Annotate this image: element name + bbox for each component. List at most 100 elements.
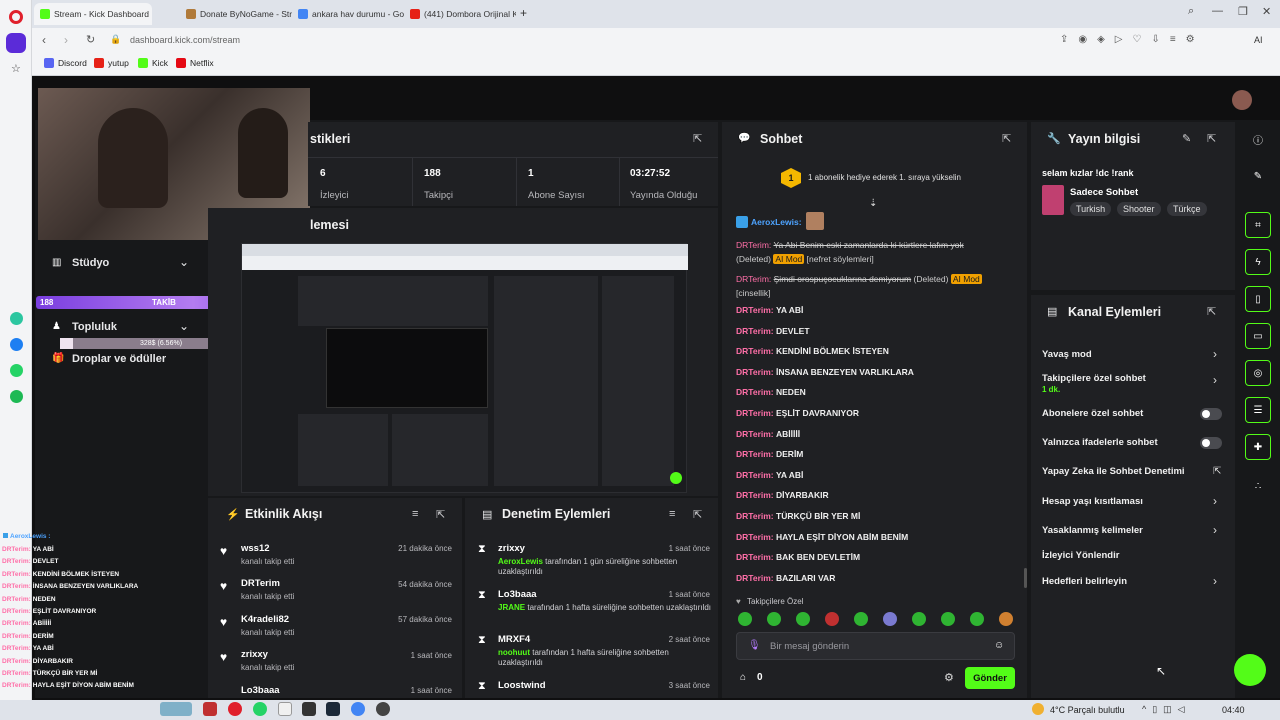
emote-icon[interactable] (767, 612, 781, 626)
moderation-user[interactable]: MRXF4 (498, 634, 530, 645)
opera-icon[interactable] (228, 702, 242, 716)
emote-icon[interactable] (854, 612, 868, 626)
chat-user-aeroxlewis[interactable]: AeroxLewis: (751, 217, 802, 227)
emote-icon[interactable] (738, 612, 752, 626)
gear-icon[interactable]: ⚙ (944, 671, 954, 684)
channel-action-label[interactable]: Yavaş mod (1042, 349, 1092, 360)
document-icon[interactable]: ▯ (1245, 286, 1271, 312)
chatgpt-icon[interactable] (10, 312, 23, 325)
reload-icon[interactable]: ↻ (86, 33, 95, 46)
expand-icon[interactable]: ⇱ (1207, 305, 1216, 318)
activity-user[interactable]: zrixxy (241, 649, 268, 660)
chat-username[interactable]: DRTerim: (736, 573, 774, 583)
channel-action-label[interactable]: İzleyici Yönlendir (1042, 550, 1119, 561)
app-icon[interactable] (203, 702, 217, 716)
search-tabs-icon[interactable]: ⌕ (1188, 5, 1194, 18)
channel-action-label[interactable]: Hedefleri belirleyin (1042, 576, 1127, 587)
mic-icon[interactable]: 🎙 (748, 640, 761, 651)
obs-icon[interactable] (376, 702, 390, 716)
share-icon[interactable]: ∴ (1245, 473, 1271, 499)
nav-drops[interactable]: Droplar ve ödüller (72, 353, 166, 365)
tab-kick-dashboard[interactable]: Stream - Kick Dashboard (34, 3, 152, 25)
chat-username[interactable]: DRTerim: (736, 490, 774, 500)
expand-icon[interactable]: ⇱ (693, 508, 702, 521)
tray-icons[interactable]: ^▯◫◁ (1142, 704, 1191, 715)
emoji-icon[interactable]: ☺ (994, 640, 1004, 651)
stream-category[interactable]: Sadece Sohbet (1070, 187, 1138, 198)
bookmark-discord[interactable]: Discord (44, 58, 87, 68)
chat-scrollbar[interactable] (1024, 568, 1027, 588)
activity-user[interactable]: K4radeli82 (241, 614, 289, 625)
toggle-switch[interactable] (1200, 408, 1222, 420)
chat-username[interactable]: DRTerim: (736, 305, 774, 315)
url-field[interactable]: dashboard.kick.com/stream (130, 35, 240, 45)
expand-icon[interactable]: ⇱ (1207, 132, 1216, 145)
toggle-switch[interactable] (1200, 437, 1222, 449)
store-icon[interactable]: ⌂ (740, 672, 746, 683)
spotify-icon[interactable] (10, 390, 23, 403)
activity-user[interactable]: Lo3baaa (241, 685, 280, 696)
chevron-right-icon[interactable]: › (1213, 574, 1217, 588)
emote-icon[interactable] (796, 612, 810, 626)
minimize-icon[interactable]: — (1212, 5, 1223, 17)
opera-logo-icon[interactable] (9, 10, 23, 24)
new-tab-icon[interactable]: + (520, 6, 527, 20)
chevron-right-icon[interactable]: › (1213, 523, 1217, 537)
chat-username[interactable]: DRTerim: (736, 408, 774, 418)
chevron-down-icon[interactable]: ⌄ (179, 255, 189, 269)
edit-icon[interactable]: ✎ (1182, 132, 1191, 145)
channel-action-label[interactable]: Abonelere özel sohbet (1042, 408, 1143, 419)
chevron-right-icon[interactable]: › (1213, 494, 1217, 508)
nav-studio[interactable]: Stüdyo (72, 257, 109, 269)
stream-preview[interactable] (241, 243, 688, 493)
emote-icon[interactable] (941, 612, 955, 626)
gift-prompt[interactable]: 1 abonelik hediye ederek 1. sıraya yükse… (808, 173, 961, 182)
chevron-right-icon[interactable]: › (1213, 347, 1217, 361)
floating-action-button[interactable] (1234, 654, 1266, 686)
bookmark-kick[interactable]: Kick (138, 58, 168, 68)
channel-action-label[interactable]: Yalnızca ifadelerle sohbet (1042, 437, 1158, 448)
messenger-icon[interactable] (10, 338, 23, 351)
extensions-icons[interactable]: ⇪◉◈▷♡⇩≡⚙ (1060, 34, 1205, 45)
tag-pill[interactable]: Shooter (1117, 202, 1161, 216)
steam-icon[interactable] (326, 702, 340, 716)
channel-action-label[interactable]: Hesap yaşı kısıtlaması (1042, 496, 1143, 507)
emote-icon[interactable] (970, 612, 984, 626)
bolt-icon[interactable]: ϟ (1245, 249, 1271, 275)
pin-icon[interactable]: ⇣ (869, 198, 877, 209)
emote-icon[interactable] (912, 612, 926, 626)
emote-icon[interactable] (883, 612, 897, 626)
filter-icon[interactable]: ≡ (669, 508, 675, 520)
activity-user[interactable]: wss12 (241, 543, 270, 554)
expand-icon[interactable]: ⇱ (693, 132, 702, 145)
forward-icon[interactable]: › (64, 33, 68, 47)
channel-action-label[interactable]: Yasaklanmış kelimeler (1042, 525, 1143, 536)
chat-username[interactable]: DRTerim: (736, 240, 771, 250)
info-icon[interactable]: ⓘ (1245, 126, 1271, 152)
chat-username[interactable]: DRTerim: (736, 326, 774, 336)
stack-icon[interactable]: ☰ (1245, 397, 1271, 423)
bookmark-yutup[interactable]: yutup (94, 58, 129, 68)
chat-username[interactable]: DRTerim: (736, 449, 774, 459)
close-icon[interactable]: ✕ (1262, 5, 1271, 18)
chrome-icon[interactable] (351, 702, 365, 716)
chat-username[interactable]: DRTerim: (736, 387, 774, 397)
emote-icon[interactable] (825, 612, 839, 626)
moderation-user[interactable]: Lo3baaa (498, 589, 537, 600)
whatsapp-icon[interactable] (253, 702, 267, 716)
tab-youtube[interactable]: (441) Dombora Orijinal Kl (404, 3, 516, 25)
nav-community[interactable]: Topluluk (72, 321, 117, 333)
home-icon[interactable] (6, 33, 26, 53)
activity-user[interactable]: DRTerim (241, 578, 280, 589)
maximize-icon[interactable]: ❐ (1238, 5, 1248, 18)
screen-icon[interactable]: ⌗ (1245, 212, 1271, 238)
tab-donate[interactable]: Donate ByNoGame - Strea (180, 3, 292, 25)
chat-username[interactable]: DRTerim: (736, 367, 774, 377)
chat-username[interactable]: DRTerim: (736, 532, 774, 542)
chat-username[interactable]: DRTerim: (736, 274, 771, 284)
ai-button[interactable]: AI (1254, 35, 1263, 45)
pencil-icon[interactable]: ✎ (1245, 163, 1271, 189)
chat-username[interactable]: DRTerim: (736, 429, 774, 439)
external-link-icon[interactable]: ⇱ (1213, 466, 1221, 477)
chat-username[interactable]: DRTerim: (736, 511, 774, 521)
